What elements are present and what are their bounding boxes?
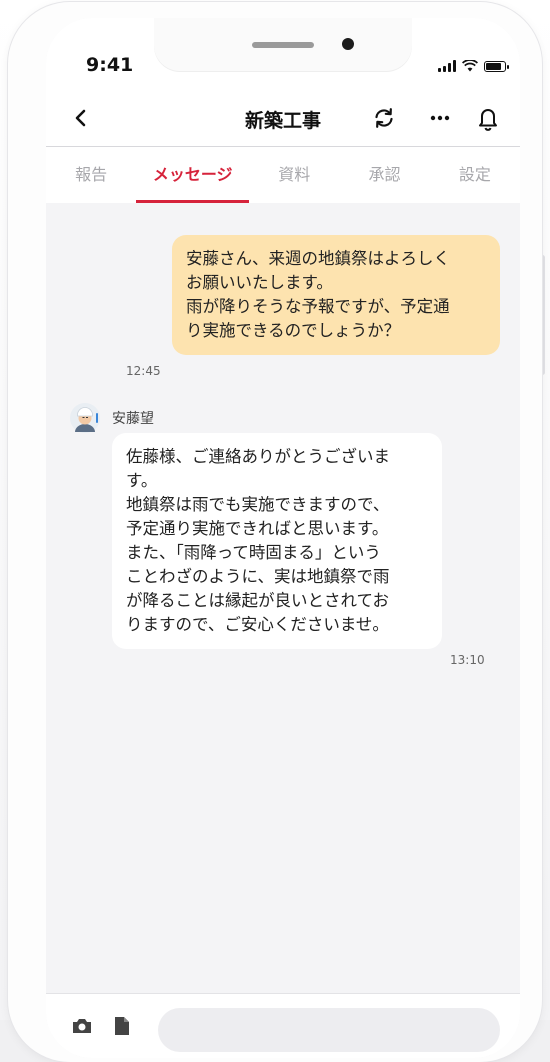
message-line: ことわざのように、実は地鎮祭で雨 [126, 567, 390, 586]
tab-messages[interactable]: メッセージ [136, 147, 249, 203]
message-line: りますので、ご安心くださいませ。 [126, 615, 389, 634]
message-line: す。 [126, 471, 158, 490]
bell-icon[interactable] [474, 104, 502, 132]
wifi-icon [462, 60, 478, 72]
phone-frame: 9:41 新築工事 報告 メッセージ 資料 承認 設定 安藤さん、来週の地鎮祭は… [8, 2, 542, 1062]
speaker [252, 42, 314, 48]
sender-name: 安藤望 [112, 411, 154, 427]
status-icons [438, 58, 509, 74]
message-line: また、「雨降って時固まる」という [126, 543, 381, 562]
file-icon[interactable] [110, 1014, 134, 1038]
message-line: 地鎮祭は雨でも実施できますので、 [126, 495, 390, 514]
tab-reports[interactable]: 報告 [46, 147, 136, 203]
battery-icon [484, 60, 509, 72]
message-timestamp: 13:10 [450, 653, 485, 667]
message-input[interactable] [158, 1008, 500, 1052]
incoming-message: 佐藤様、ご連絡ありがとうございま す。 地鎮祭は雨でも実施できますので、 予定通… [112, 433, 442, 649]
tab-settings[interactable]: 設定 [430, 147, 520, 203]
message-line: 佐藤様、ご連絡ありがとうございま [126, 447, 390, 466]
more-horizontal-icon[interactable] [426, 104, 454, 132]
front-camera [342, 38, 354, 50]
message-line: 安藤さん、来週の地鎮祭はよろしく [186, 249, 450, 268]
app-header: 新築工事 [46, 90, 520, 147]
notch [154, 18, 412, 72]
avatar[interactable] [70, 403, 100, 433]
signal-icon [438, 60, 456, 72]
message-timestamp: 12:45 [126, 364, 161, 378]
composer-bar [46, 993, 520, 1058]
message-line: り実施できるのでしょうか？ [186, 321, 401, 340]
message-thread: 安藤さん、来週の地鎮祭はよろしく お願いいたします。 雨が降りそうな予報ですが、… [46, 203, 520, 993]
phone-screen: 9:41 新築工事 報告 メッセージ 資料 承認 設定 安藤さん、来週の地鎮祭は… [46, 18, 520, 1058]
tab-documents[interactable]: 資料 [249, 147, 339, 203]
status-bar: 9:41 [46, 18, 520, 90]
status-time: 9:41 [86, 54, 134, 76]
message-line: 予定通り実施できればと思います。 [126, 519, 389, 538]
message-line: が降ることは縁起が良いとされてお [126, 591, 390, 610]
tab-approvals[interactable]: 承認 [339, 147, 429, 203]
tab-bar: 報告 メッセージ 資料 承認 設定 [46, 147, 520, 203]
sync-icon[interactable] [370, 104, 398, 132]
outgoing-message: 安藤さん、来週の地鎮祭はよろしく お願いいたします。 雨が降りそうな予報ですが、… [172, 235, 500, 355]
message-line: 雨が降りそうな予報ですが、予定通 [186, 297, 450, 316]
camera-icon[interactable] [70, 1014, 94, 1038]
message-line: お願いいたします。 [186, 273, 333, 292]
